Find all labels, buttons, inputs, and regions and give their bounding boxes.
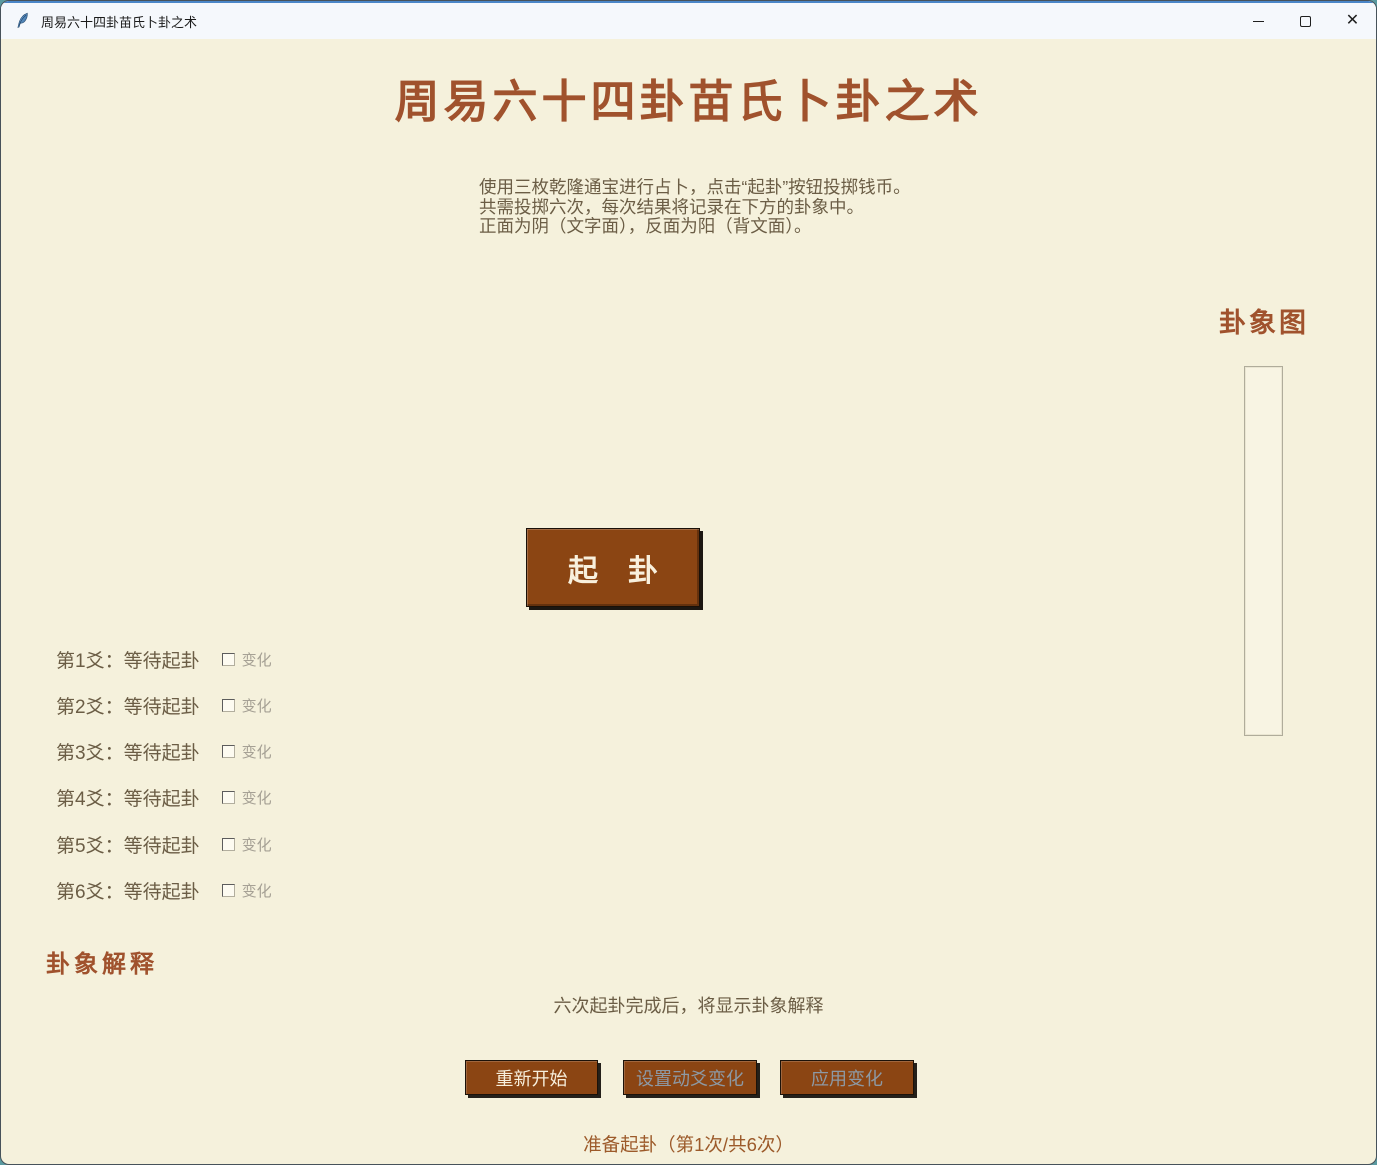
line-3-change-checkbox[interactable] xyxy=(222,745,235,758)
line-row-4: 第4爻：等待起卦 变化 xyxy=(56,784,272,810)
minimize-icon xyxy=(1253,21,1264,22)
app-window: 周易六十四卦苗氏卜卦之术 ✕ 周易六十四卦苗氏卜卦之术 使用三枚乾隆通宝进行占卜… xyxy=(0,0,1377,1165)
line-row-5: 第5爻：等待起卦 变化 xyxy=(56,831,272,857)
maximize-icon xyxy=(1300,16,1311,27)
line-row-2: 第2爻：等待起卦 变化 xyxy=(56,692,272,718)
line-3-change-group: 变化 xyxy=(222,741,272,762)
interpretation-placeholder: 六次起卦完成后，将显示卦象解释 xyxy=(1,992,1376,1018)
line-2-label: 第2爻：等待起卦 xyxy=(56,692,200,719)
line-6-change-label: 变化 xyxy=(242,880,272,901)
minimize-button[interactable] xyxy=(1235,3,1282,39)
line-4-change-checkbox[interactable] xyxy=(222,791,235,804)
restart-button[interactable]: 重新开始 xyxy=(465,1060,598,1095)
line-6-change-checkbox[interactable] xyxy=(222,884,235,897)
hexagram-panel-title: 卦象图 xyxy=(1184,301,1344,340)
python-feather-icon xyxy=(14,12,32,30)
window-controls: ✕ xyxy=(1235,3,1376,39)
line-1-change-checkbox[interactable] xyxy=(222,653,235,666)
line-5-label: 第5爻：等待起卦 xyxy=(56,831,200,858)
page-title: 周易六十四卦苗氏卜卦之术 xyxy=(1,65,1376,130)
line-2-change-label: 变化 xyxy=(242,695,272,716)
line-1-change-label: 变化 xyxy=(242,649,272,670)
line-row-3: 第3爻：等待起卦 变化 xyxy=(56,738,272,764)
close-icon: ✕ xyxy=(1346,13,1359,29)
interpretation-heading: 卦象解释 xyxy=(46,944,158,979)
line-4-label: 第4爻：等待起卦 xyxy=(56,784,200,811)
status-text: 准备起卦（第1次/共6次） xyxy=(1,1131,1376,1157)
window-title: 周易六十四卦苗氏卜卦之术 xyxy=(41,12,197,31)
close-button[interactable]: ✕ xyxy=(1329,3,1376,39)
line-4-change-label: 变化 xyxy=(242,787,272,808)
line-5-change-group: 变化 xyxy=(222,834,272,855)
line-row-6: 第6爻：等待起卦 变化 xyxy=(56,877,272,903)
instructions-text: 使用三枚乾隆通宝进行占卜，点击“起卦”按钮投掷钱币。 共需投掷六次，每次结果将记… xyxy=(479,178,911,237)
line-6-label: 第6爻：等待起卦 xyxy=(56,877,200,904)
line-3-label: 第3爻：等待起卦 xyxy=(56,738,200,765)
line-5-change-label: 变化 xyxy=(242,834,272,855)
line-2-change-group: 变化 xyxy=(222,695,272,716)
line-4-change-group: 变化 xyxy=(222,787,272,808)
set-moving-lines-button[interactable]: 设置动爻变化 xyxy=(623,1060,757,1095)
hexagram-canvas xyxy=(1244,366,1283,736)
main-area: 周易六十四卦苗氏卜卦之术 使用三枚乾隆通宝进行占卜，点击“起卦”按钮投掷钱币。 … xyxy=(1,41,1376,1164)
line-1-label: 第1爻：等待起卦 xyxy=(56,646,200,673)
cast-hexagram-button[interactable]: 起 卦 xyxy=(526,528,700,607)
line-row-1: 第1爻：等待起卦 变化 xyxy=(56,646,272,672)
line-6-change-group: 变化 xyxy=(222,880,272,901)
maximize-button[interactable] xyxy=(1282,3,1329,39)
line-5-change-checkbox[interactable] xyxy=(222,838,235,851)
line-3-change-label: 变化 xyxy=(242,741,272,762)
titlebar: 周易六十四卦苗氏卜卦之术 ✕ xyxy=(1,1,1376,39)
apply-changes-button[interactable]: 应用变化 xyxy=(780,1060,914,1095)
line-1-change-group: 变化 xyxy=(222,649,272,670)
line-2-change-checkbox[interactable] xyxy=(222,699,235,712)
